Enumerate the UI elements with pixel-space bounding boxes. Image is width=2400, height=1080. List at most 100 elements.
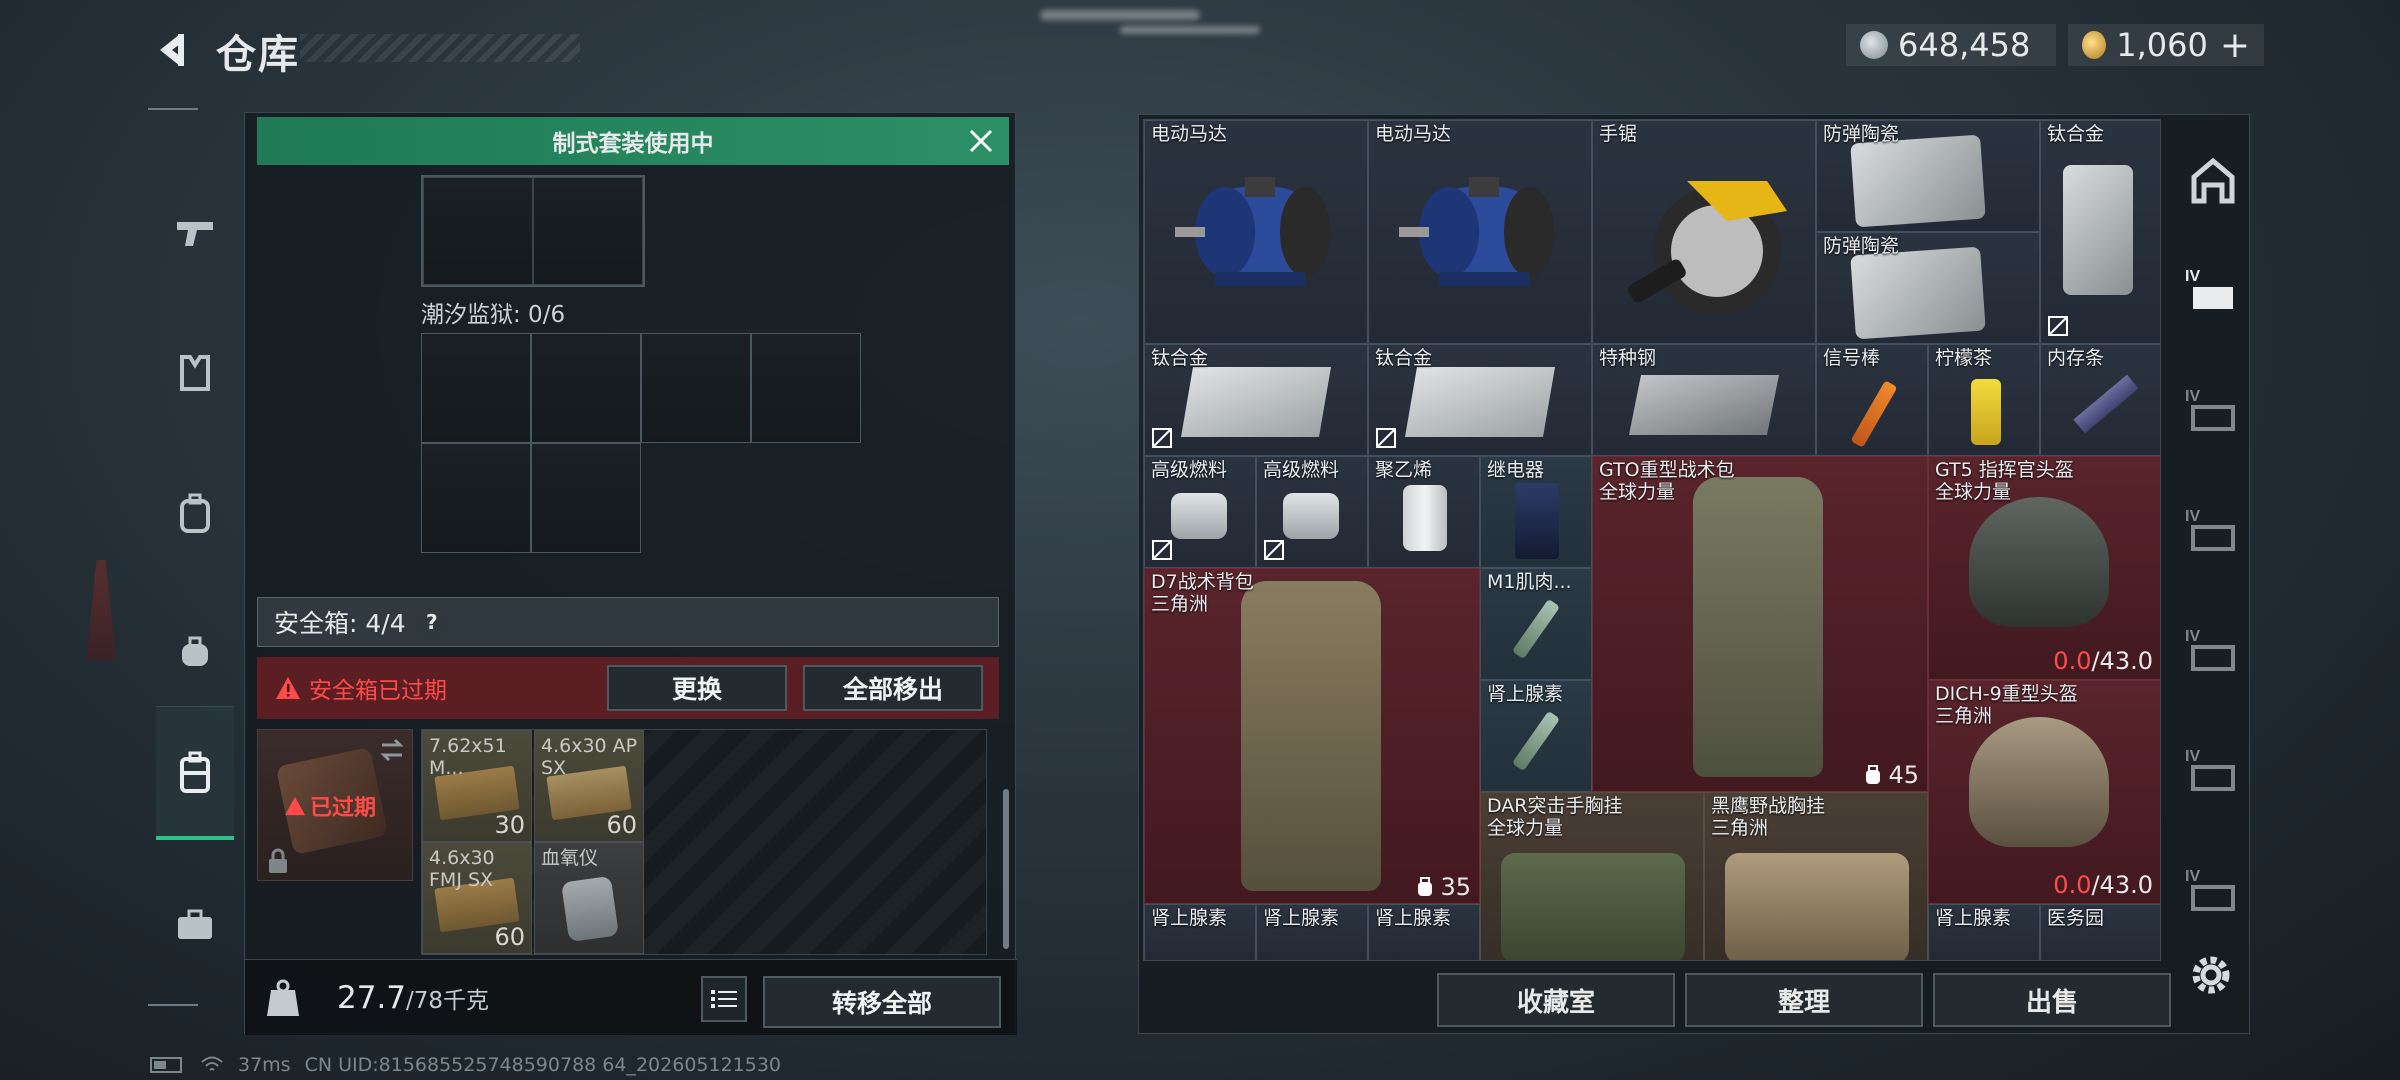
helmet-image: [1969, 497, 2109, 627]
stash-item-gto-backpack[interactable]: GTO重型战术包 全球力量 45: [1592, 456, 1928, 792]
svg-text:IV: IV: [2185, 508, 2200, 525]
nav-bag[interactable]: [156, 586, 234, 720]
stash-item-dich9-helmet[interactable]: DICH-9重型头盔 三角洲 0.0/43.0: [1928, 680, 2160, 904]
add-currency-button[interactable]: +: [2220, 25, 2250, 66]
stash-item-signal-stick[interactable]: 信号棒: [1816, 344, 1928, 456]
grid-slot[interactable]: [421, 443, 531, 553]
item-name: D7战术背包: [1151, 571, 1254, 593]
transfer-all-button[interactable]: 转移全部: [763, 976, 1001, 1028]
rail-storage-2[interactable]: IV: [2176, 360, 2250, 460]
close-banner-button[interactable]: [963, 123, 999, 159]
gold-currency[interactable]: 1,060 +: [2068, 24, 2264, 66]
ammo-item[interactable]: 7.62x51 M... 30: [422, 730, 532, 842]
rail-storage-6[interactable]: IV: [2176, 840, 2250, 940]
stash-item-adrenaline[interactable]: 肾上腺素: [1928, 904, 2040, 960]
close-icon: [969, 129, 993, 153]
replace-button[interactable]: 更换: [607, 665, 787, 711]
stash-item-adrenaline[interactable]: 肾上腺素: [1256, 904, 1368, 960]
svg-text:IV: IV: [2185, 628, 2200, 645]
grid-slot[interactable]: [531, 443, 641, 553]
stash-item-dar-chest-rig[interactable]: DAR突击手胸挂 全球力量: [1480, 792, 1704, 960]
collection-room-button[interactable]: 收藏室: [1437, 973, 1675, 1027]
stash-item-advanced-fuel[interactable]: 高级燃料: [1256, 456, 1368, 568]
back-button[interactable]: [146, 24, 198, 76]
stash-item-memory-stick[interactable]: 内存条: [2040, 344, 2160, 456]
case-expired-text: 已过期: [310, 796, 377, 821]
safe-house-icon: [2191, 157, 2235, 204]
item-faction: 三角洲: [1935, 705, 1993, 727]
stash-item-electric-motor[interactable]: 电动马达: [1144, 120, 1368, 344]
stash-grid[interactable]: 电动马达 电动马达 手锯 防弹陶瓷 防弹陶瓷 钛合金 钛合金 钛合金 特种钢 信…: [1143, 119, 2161, 961]
svg-text:IV: IV: [2185, 268, 2200, 285]
grid-slot[interactable]: [423, 177, 533, 285]
item-name: 柠檬茶: [1935, 347, 1993, 369]
swap-icon[interactable]: [378, 738, 406, 762]
stash-item-adrenaline[interactable]: 肾上腺素: [1144, 904, 1256, 960]
nav-safe-case[interactable]: [156, 706, 234, 840]
nav-briefcase[interactable]: [156, 858, 234, 992]
list-view-button[interactable]: [701, 976, 747, 1022]
stash-item-lemon-tea[interactable]: 柠檬茶: [1928, 344, 2040, 456]
rail-safe-house[interactable]: [2176, 130, 2250, 230]
rail-storage-5[interactable]: IV: [2176, 720, 2250, 820]
rail-storage-1[interactable]: IV: [2176, 240, 2250, 340]
stash-item-adrenaline[interactable]: 肾上腺素: [1368, 904, 1480, 960]
titanium-ingot-image: [1405, 367, 1555, 437]
tidal-prison-grid[interactable]: [421, 333, 861, 553]
stash-item-titanium[interactable]: 钛合金: [1144, 344, 1368, 456]
grid-slot[interactable]: [751, 333, 861, 443]
stash-item-d7-backpack[interactable]: D7战术背包 三角洲 35: [1144, 568, 1480, 904]
settings-icon[interactable]: [2186, 950, 2236, 1000]
stash-item-titanium[interactable]: 钛合金: [1368, 344, 1592, 456]
item-name: 高级燃料: [1263, 459, 1340, 481]
safe-box-grid[interactable]: 7.62x51 M... 30 4.6x30 AP SX 60 4.6x30 F…: [421, 729, 987, 955]
item-name: 4.6x30 AP SX: [541, 735, 638, 779]
help-icon[interactable]: ?: [408, 599, 455, 645]
suit-banner-text: 制式套装使用中: [552, 131, 714, 157]
nav-armor[interactable]: [156, 306, 234, 440]
move-all-out-button[interactable]: 全部移出: [803, 665, 983, 711]
rail-storage-3[interactable]: IV: [2176, 480, 2250, 580]
nav-backpack[interactable]: [156, 446, 234, 580]
stash-item-adrenaline[interactable]: 肾上腺素: [1480, 680, 1592, 792]
item-count: 30: [494, 811, 525, 839]
oximeter-item[interactable]: 血氧仪: [534, 842, 644, 954]
stash-item-m1-muscle[interactable]: M1肌肉...: [1480, 568, 1592, 680]
item-name: DAR突击手胸挂: [1487, 795, 1623, 817]
item-name: 钛合金: [1375, 347, 1433, 369]
pouch-grid[interactable]: [421, 175, 645, 287]
stash-item-advanced-fuel[interactable]: 高级燃料: [1144, 456, 1256, 568]
chest-rig-image: [1725, 853, 1909, 960]
bound-icon: [1264, 540, 1284, 560]
stash-item-relay[interactable]: 继电器: [1480, 456, 1592, 568]
stash-item-ceramic-plate[interactable]: 防弹陶瓷: [1816, 232, 2040, 344]
item-name: 电动马达: [1375, 123, 1452, 145]
stash-item-hand-saw[interactable]: 手锯: [1592, 120, 1816, 344]
page-title: 仓库: [216, 32, 300, 78]
signal-stick-image: [1850, 380, 1898, 448]
grid-slot[interactable]: [531, 333, 641, 443]
item-name: 手锯: [1599, 123, 1638, 145]
grid-slot[interactable]: [421, 333, 531, 443]
stash-item-electric-motor[interactable]: 电动马达: [1368, 120, 1592, 344]
stash-item-special-steel[interactable]: 特种钢: [1592, 344, 1816, 456]
ammo-item[interactable]: 4.6x30 FMJ SX 60: [422, 842, 532, 954]
sell-button[interactable]: 出售: [1933, 973, 2171, 1027]
grid-slot[interactable]: [533, 177, 643, 285]
stash-item-ceramic-plate[interactable]: 防弹陶瓷: [1816, 120, 2040, 232]
sort-button[interactable]: 整理: [1685, 973, 1923, 1027]
stash-item-gt5-helmet[interactable]: GT5 指挥官头盔 全球力量 0.0/43.0: [1928, 456, 2160, 680]
stash-item-titanium[interactable]: 钛合金: [2040, 120, 2160, 344]
stash-item-polyethylene[interactable]: 聚乙烯: [1368, 456, 1480, 568]
stash-item-medical[interactable]: 医务园: [2040, 904, 2160, 960]
nav-weapons[interactable]: [156, 166, 234, 300]
grid-slot[interactable]: [641, 333, 751, 443]
scrollbar[interactable]: [1003, 789, 1009, 949]
ammo-item[interactable]: 4.6x30 AP SX 60: [534, 730, 644, 842]
safe-case-slot[interactable]: 已过期: [257, 729, 413, 881]
stash-item-blackhawk-chest-rig[interactable]: 黑鹰野战胸挂 三角洲: [1704, 792, 1928, 960]
silver-currency[interactable]: 648,458: [1846, 24, 2056, 66]
storage-iv-icon: IV: [2185, 868, 2235, 911]
storage-iv-icon: IV: [2185, 508, 2235, 551]
rail-storage-4[interactable]: IV: [2176, 600, 2250, 700]
